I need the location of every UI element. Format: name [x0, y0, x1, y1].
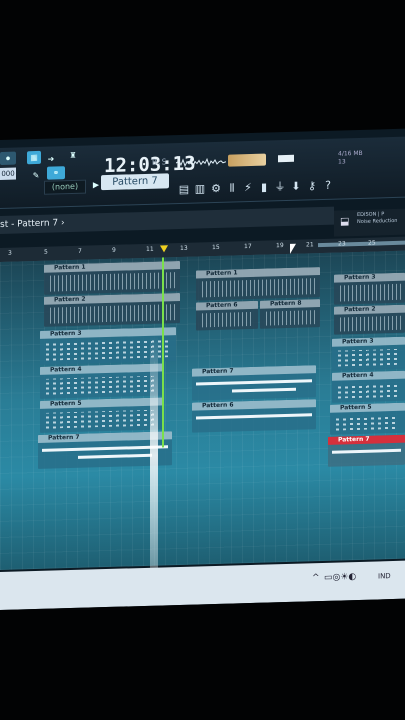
- record-icon[interactable]: ⏺: [0, 151, 16, 165]
- playhead[interactable]: [162, 257, 164, 448]
- down-icon[interactable]: ⬇: [290, 180, 302, 194]
- key-icon[interactable]: ⚷: [306, 179, 318, 193]
- tray-arrow-icon[interactable]: ^: [312, 573, 320, 583]
- daw-screen: 000 ⏺ ▦ ➜ ♜ ✎ ⚭ (none) 12:03:13 B:S 4/16…: [0, 128, 405, 611]
- song-position-marker[interactable]: [160, 245, 168, 253]
- ruler-tick-label: 15: [212, 243, 220, 252]
- mic-icon: ⬓: [340, 216, 350, 228]
- ruler-tick-label: 11: [146, 245, 154, 253]
- channel-rack-icon[interactable]: ⚙: [210, 182, 222, 196]
- time-display-button[interactable]: 000: [0, 167, 16, 180]
- piano-roll-icon[interactable]: ▥: [194, 182, 206, 196]
- poly-meter: [278, 154, 294, 163]
- arrow-icon[interactable]: ➜: [45, 152, 57, 165]
- ruler-tick-label: 17: [244, 242, 252, 251]
- clip[interactable]: Pattern 7: [192, 365, 316, 401]
- metronome-icon[interactable]: ♜: [66, 149, 80, 162]
- ruler-tick-label: 3: [8, 249, 12, 257]
- screen-glare: [150, 335, 158, 576]
- oscilloscope: [176, 157, 226, 169]
- clip[interactable]: Pattern 7: [328, 434, 405, 467]
- main-toolbar: 000 ⏺ ▦ ➜ ♜ ✎ ⚭ (none) 12:03:13 B:S 4/16…: [0, 136, 405, 209]
- edison-label: EDISON | P Noise Reduction: [357, 211, 398, 226]
- clip[interactable]: Pattern 2: [334, 304, 405, 335]
- clip[interactable]: Pattern 6: [192, 399, 316, 433]
- ruler-tick-label: 13: [180, 244, 188, 252]
- clip[interactable]: Pattern 4: [332, 370, 405, 403]
- memory-readout: 4/16 MB 13: [338, 149, 363, 166]
- playlist-title: st - Pattern 7 ›: [0, 218, 65, 230]
- plug-icon[interactable]: ⏚: [274, 180, 286, 194]
- ruler-tick-label: 5: [44, 248, 48, 256]
- plugin-icon[interactable]: ⚡: [242, 181, 254, 195]
- playlist-icon[interactable]: ▤: [178, 183, 190, 197]
- language-indicator[interactable]: IND: [378, 572, 391, 580]
- clip[interactable]: Pattern 5: [330, 402, 405, 435]
- pattern-selector[interactable]: Pattern 7: [101, 173, 169, 191]
- network-icon[interactable]: ▭◎☀◐: [324, 572, 356, 583]
- clip[interactable]: Pattern 8: [260, 299, 320, 329]
- ruler-tick-label: 21: [306, 241, 314, 249]
- clock-format: B:S: [152, 157, 167, 167]
- clip[interactable]: Pattern 3: [332, 336, 405, 371]
- clip[interactable]: Pattern 1: [196, 267, 320, 301]
- clip[interactable]: Pattern 5: [40, 397, 164, 433]
- ruler-tick-label: 25: [368, 239, 376, 247]
- none-selector[interactable]: (none): [44, 179, 86, 195]
- clip[interactable]: Pattern 1: [44, 260, 180, 295]
- ruler-tick-label: 23: [338, 240, 346, 248]
- pencil-icon[interactable]: ✎: [30, 169, 42, 182]
- play-arrow-icon[interactable]: ▶: [92, 178, 100, 191]
- cpu-meter: [228, 153, 266, 167]
- clip[interactable]: Pattern 4: [40, 363, 164, 399]
- mixer-icon[interactable]: ⫴: [226, 181, 238, 195]
- ruler-tick-label: 19: [276, 242, 284, 250]
- clip[interactable]: Pattern 3: [334, 272, 405, 305]
- clip[interactable]: Pattern 2: [44, 292, 180, 327]
- mouse-cursor-icon: [290, 243, 296, 254]
- browser-icon[interactable]: ▮: [258, 180, 270, 194]
- pattern-mode-button[interactable]: ▦: [27, 150, 41, 165]
- link-icon[interactable]: ⚭: [47, 166, 65, 180]
- ruler-tick-label: 7: [78, 247, 82, 255]
- help-icon[interactable]: ?: [322, 179, 334, 193]
- ruler-tick-label: 9: [112, 246, 116, 254]
- clip[interactable]: Pattern 6: [196, 300, 258, 331]
